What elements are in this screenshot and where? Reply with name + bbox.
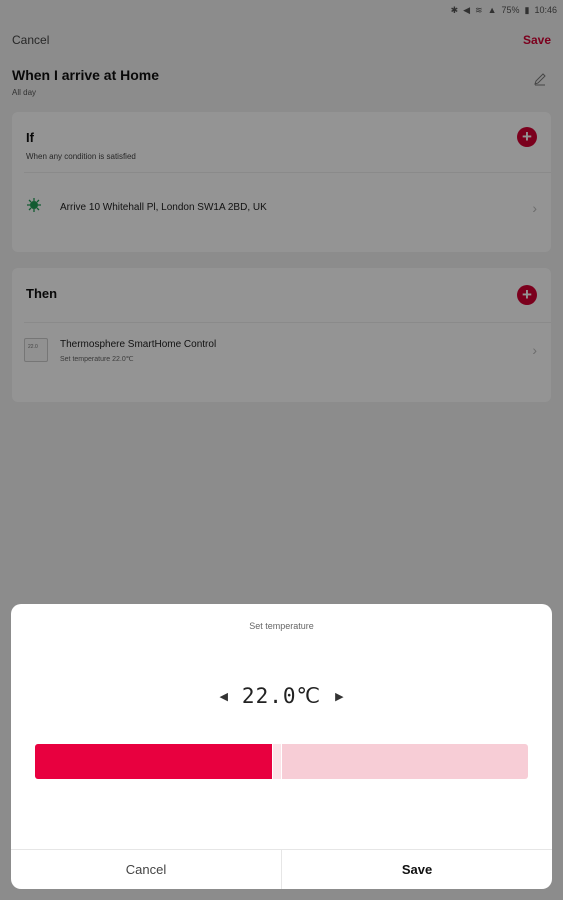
temperature-sheet: Set temperature ◀ 22.0℃ ▶ Cancel Save (11, 604, 552, 889)
increase-arrow-icon[interactable]: ▶ (335, 690, 343, 703)
slider-fill (35, 744, 272, 779)
sheet-save-button[interactable]: Save (282, 850, 552, 889)
sheet-title: Set temperature (249, 621, 314, 631)
slider-thumb[interactable] (271, 744, 282, 779)
temperature-slider[interactable] (35, 744, 528, 779)
temperature-stepper: ◀ 22.0℃ ▶ (11, 684, 552, 708)
decrease-arrow-icon[interactable]: ◀ (219, 690, 227, 703)
temperature-value: 22.0℃ (241, 684, 322, 708)
sheet-cancel-button[interactable]: Cancel (11, 850, 282, 889)
sheet-footer: Cancel Save (11, 849, 552, 889)
